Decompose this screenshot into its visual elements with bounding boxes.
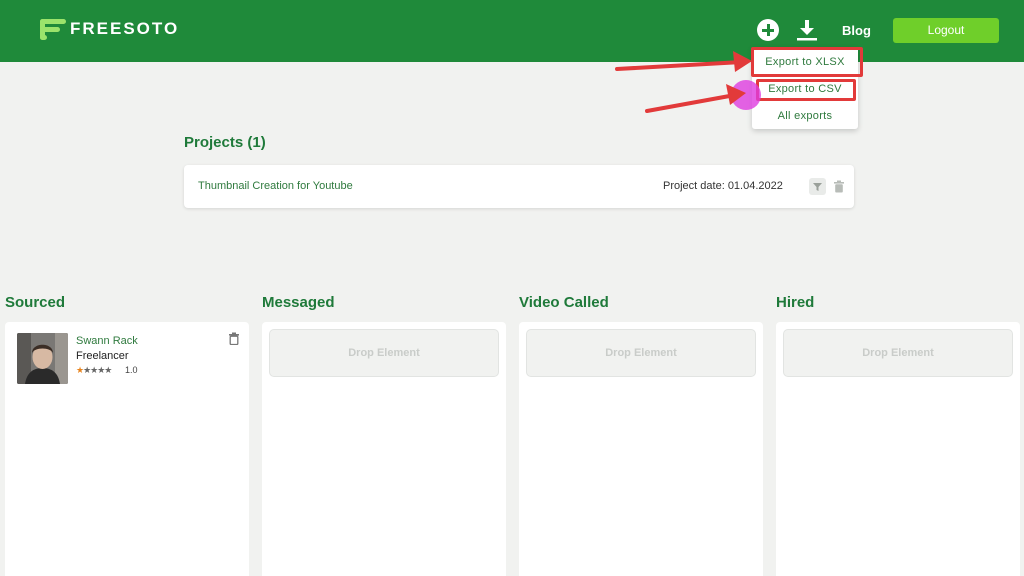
logo-mark-icon (40, 18, 66, 40)
highlight-box-csv (756, 79, 856, 101)
filter-icon[interactable] (809, 178, 826, 195)
projects-heading: Projects (1) (184, 134, 266, 151)
freesoto-logo[interactable]: FREESOTO (40, 18, 179, 40)
cursor-indicator (731, 80, 761, 110)
rating-stars-icon: ★★★★★ (76, 365, 112, 375)
column-messaged: Drop Element (262, 322, 506, 576)
column-video-called: Drop Element (519, 322, 763, 576)
column-title-hired: Hired (776, 294, 815, 311)
drop-zone-hired[interactable]: Drop Element (783, 329, 1013, 377)
candidate-name-link[interactable]: Swann Rack (76, 335, 138, 347)
candidate-rating: 1.0 (125, 365, 138, 375)
column-hired: Drop Element (776, 322, 1020, 576)
add-project-plus-icon[interactable] (757, 19, 779, 41)
blog-link[interactable]: Blog (842, 23, 871, 38)
project-date: Project date: 01.04.2022 (663, 180, 783, 192)
candidate-avatar[interactable] (17, 333, 68, 384)
column-sourced: Swann Rack Freelancer ★★★★★ 1.0 (5, 322, 249, 576)
delete-project-trash-icon[interactable] (833, 180, 845, 193)
drop-zone-video-called[interactable]: Drop Element (526, 329, 756, 377)
column-title-messaged: Messaged (262, 294, 335, 311)
project-name-link[interactable]: Thumbnail Creation for Youtube (198, 180, 353, 192)
export-download-icon[interactable] (795, 18, 819, 42)
top-navbar: FREESOTO Blog Logout (0, 0, 1024, 62)
project-row[interactable]: Thumbnail Creation for Youtube Project d… (184, 165, 854, 208)
logo-text: FREESOTO (70, 19, 180, 38)
all-exports-item[interactable]: All exports (752, 103, 858, 129)
candidate-role: Freelancer (76, 350, 129, 362)
column-title-video-called: Video Called (519, 294, 609, 311)
drop-zone-messaged[interactable]: Drop Element (269, 329, 499, 377)
highlight-box-xlsx (751, 47, 863, 77)
delete-candidate-trash-icon[interactable] (228, 332, 240, 346)
column-title-sourced: Sourced (5, 294, 66, 311)
logout-button[interactable]: Logout (893, 18, 999, 43)
